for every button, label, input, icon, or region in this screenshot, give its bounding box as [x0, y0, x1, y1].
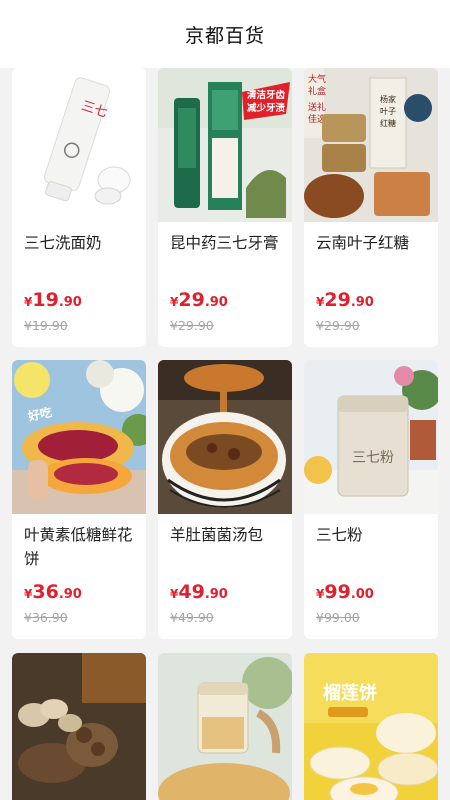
product-name: 三七粉	[316, 526, 363, 544]
product-name: 云南叶子红糖	[316, 234, 410, 252]
product-image[interactable]: 好吃	[12, 360, 146, 514]
svg-text:礼盒: 礼盒	[308, 85, 326, 97]
product-image[interactable]: 三七	[12, 68, 146, 222]
original-price: ¥49.90	[170, 610, 214, 625]
product-name: 昆中药三七牙膏	[170, 234, 279, 252]
original-price: ¥99.00	[316, 610, 360, 625]
product-card[interactable]: 三七 三七洗面奶 ¥19.90 ¥19.90	[12, 68, 146, 347]
app-header: 京都百货	[0, 0, 450, 68]
svg-text:清洁牙齿: 清洁牙齿	[247, 89, 286, 101]
product-card[interactable]: 三七粉 三七粉 ¥99.00 ¥99.00	[304, 360, 438, 639]
product-price: ¥29.90	[170, 289, 228, 311]
product-image[interactable]: 榴莲饼	[304, 653, 438, 800]
product-price: ¥49.90	[170, 581, 228, 603]
original-price: ¥29.90	[170, 318, 214, 333]
product-card[interactable]: 羊肚菌菌汤包 ¥49.90 ¥49.90	[158, 360, 292, 639]
svg-text:红糖: 红糖	[380, 118, 396, 128]
original-price: ¥29.90	[316, 318, 360, 333]
product-grid: 三七 三七洗面奶 ¥19.90 ¥19.90 清洁牙齿 减少牙渍 昆中药三七牙膏…	[0, 68, 450, 800]
svg-text:送礼: 送礼	[308, 101, 326, 113]
svg-text:三七粉: 三七粉	[352, 450, 394, 466]
product-card[interactable]: 大气 礼盒 送礼 佳选 杨家 叶子 红糖 云南叶子红糖 ¥29.90 ¥29.9…	[304, 68, 438, 347]
svg-text:减少牙渍: 减少牙渍	[247, 102, 286, 114]
product-image[interactable]: 清洁牙齿 减少牙渍	[158, 68, 292, 222]
product-name: 羊肚菌菌汤包	[170, 526, 264, 544]
product-name: 三七洗面奶	[24, 234, 102, 252]
product-price: ¥99.00	[316, 581, 374, 603]
product-card[interactable]	[158, 653, 292, 800]
product-card[interactable]: 榴莲饼	[304, 653, 438, 800]
product-card[interactable]: 清洁牙齿 减少牙渍 昆中药三七牙膏 ¥29.90 ¥29.90	[158, 68, 292, 347]
product-price: ¥19.90	[24, 289, 82, 311]
page-title: 京都百货	[184, 24, 265, 47]
product-price: ¥29.90	[316, 289, 374, 311]
product-card[interactable]: 好吃 叶黄素低糖鲜花饼 ¥36.90 ¥36.90	[12, 360, 146, 639]
product-name: 叶黄素低糖鲜花饼	[24, 526, 133, 568]
product-card[interactable]	[12, 653, 146, 800]
product-image[interactable]	[158, 360, 292, 514]
svg-text:榴莲饼: 榴莲饼	[323, 682, 377, 704]
product-image[interactable]	[158, 653, 292, 800]
product-price: ¥36.90	[24, 581, 82, 603]
product-image[interactable]	[12, 653, 146, 800]
product-image[interactable]: 大气 礼盒 送礼 佳选 杨家 叶子 红糖	[304, 68, 438, 222]
svg-text:叶子: 叶子	[380, 107, 396, 116]
original-price: ¥36.90	[24, 610, 68, 625]
svg-text:杨家: 杨家	[380, 94, 396, 104]
svg-text:大气: 大气	[308, 73, 326, 85]
product-image[interactable]: 三七粉	[304, 360, 438, 514]
original-price: ¥19.90	[24, 318, 68, 333]
